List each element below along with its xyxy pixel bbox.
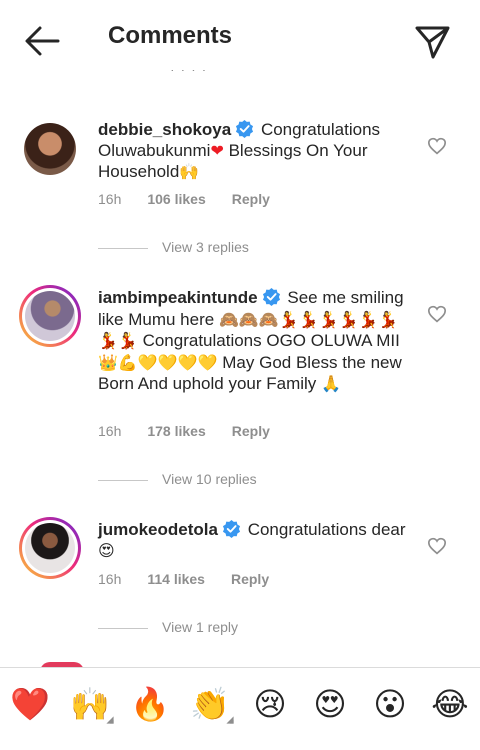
comment-username[interactable]: debbie_shokoya xyxy=(98,120,231,139)
comment-text: jumokeodetola Congratulations dear 😍 xyxy=(98,519,413,561)
comment-time: 16h xyxy=(98,571,122,587)
verified-badge-icon xyxy=(262,287,280,306)
react-laughing-button[interactable]: 😂 xyxy=(430,684,470,724)
divider-line xyxy=(98,247,148,249)
avatar[interactable] xyxy=(24,123,76,175)
back-arrow-icon[interactable] xyxy=(22,24,62,58)
view-replies-button[interactable]: View 10 replies xyxy=(98,471,257,487)
raising-hands-emoji: 🙌 xyxy=(179,162,200,181)
comment-body: Congratulations dear xyxy=(247,520,406,539)
verified-badge-icon xyxy=(236,119,254,138)
verified-badge-icon xyxy=(222,519,241,538)
comment-meta: 16h 114 likes Reply xyxy=(98,571,295,587)
avatar[interactable] xyxy=(19,517,81,579)
divider-line xyxy=(98,479,148,481)
react-fire-button[interactable]: 🔥 xyxy=(130,684,170,724)
comment-likes[interactable]: 106 likes xyxy=(147,191,205,207)
view-replies-label: View 3 replies xyxy=(162,239,249,255)
react-heart-eyes-button[interactable]: 😍 xyxy=(310,684,350,724)
heart-eyes-emoji: 😍 xyxy=(98,541,115,560)
scrolled-text: · · · · xyxy=(170,70,280,78)
send-icon[interactable] xyxy=(412,22,452,62)
emoji-group-2: 👑💪💛💛💛💛 xyxy=(98,352,218,372)
view-replies-button[interactable]: View 3 replies xyxy=(98,239,249,255)
like-heart-icon[interactable] xyxy=(427,137,447,155)
skin-tone-indicator xyxy=(106,716,114,724)
reply-button[interactable]: Reply xyxy=(232,423,270,439)
view-replies-label: View 10 replies xyxy=(162,471,257,487)
comment-likes[interactable]: 114 likes xyxy=(147,571,205,587)
react-clapping-button[interactable]: 👏 xyxy=(190,684,234,724)
like-heart-icon[interactable] xyxy=(427,537,447,555)
reply-button[interactable]: Reply xyxy=(231,571,269,587)
divider-line xyxy=(98,627,148,629)
folded-hands-emoji: 🙏 xyxy=(321,374,341,393)
like-heart-icon[interactable] xyxy=(427,305,447,323)
react-crying-button[interactable]: 😢 xyxy=(250,684,290,724)
comment-meta: 16h 106 likes Reply xyxy=(98,191,296,207)
comment-text: debbie_shokoya Congratulations Oluwabuku… xyxy=(98,119,413,182)
emoji-reaction-bar: ❤️ 🙌 🔥 👏 😢 😍 😮 😂 xyxy=(0,667,480,743)
raising-hands-icon: 🙌 xyxy=(70,685,110,723)
comment-text: iambimpeakintunde See me smiling like Mu… xyxy=(98,287,413,395)
react-red-heart-button[interactable]: ❤️ xyxy=(10,684,50,724)
header-bar: Comments · · · · xyxy=(0,0,480,78)
view-replies-button[interactable]: View 1 reply xyxy=(98,619,238,635)
comment-username[interactable]: jumokeodetola xyxy=(98,520,218,539)
skin-tone-indicator xyxy=(226,716,234,724)
comment-time: 16h xyxy=(98,423,122,439)
view-replies-label: View 1 reply xyxy=(162,619,239,635)
comment-likes[interactable]: 178 likes xyxy=(147,423,205,439)
react-raising-hands-button[interactable]: 🙌 xyxy=(70,684,114,724)
comment-meta: 16h 178 likes Reply xyxy=(98,423,296,439)
avatar[interactable] xyxy=(19,285,81,347)
comment-body-2: Congratulations OGO OLUWA MII xyxy=(137,331,400,350)
reply-button[interactable]: Reply xyxy=(232,191,270,207)
comment-username[interactable]: iambimpeakintunde xyxy=(98,288,258,307)
red-heart-emoji: ❤ xyxy=(210,141,224,160)
react-surprised-button[interactable]: 😮 xyxy=(370,684,410,724)
clapping-hands-icon: 👏 xyxy=(190,685,230,723)
comment-time: 16h xyxy=(98,191,122,207)
page-title: Comments xyxy=(108,22,233,49)
